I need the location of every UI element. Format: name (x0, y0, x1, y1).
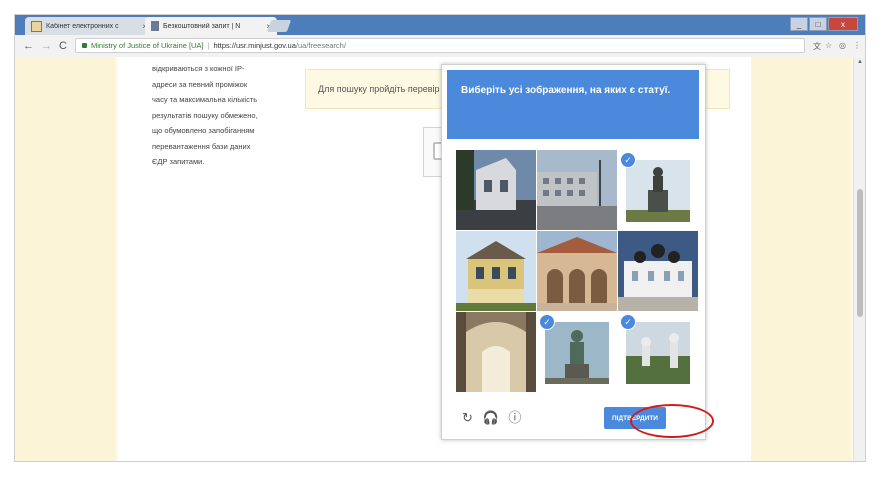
recaptcha-challenge: Виберіть усі зображення, на яких є стату… (441, 64, 706, 440)
tile-statue-park[interactable]: ✓ (618, 312, 698, 392)
page-viewport: відкриваються з кожної IP- адреси за пев… (15, 57, 853, 461)
tile-image (456, 231, 536, 311)
info-line: адреси за певний проміжок (152, 79, 248, 89)
browser-window: Кабінет електронних с × Безкоштовний зап… (14, 14, 866, 462)
reload-button[interactable]: C (59, 40, 67, 52)
url-path: /ua/freesearch/ (295, 41, 346, 50)
url-host: https://usr.minjust.gov.ua (213, 41, 296, 50)
highlight-ellipse (630, 404, 714, 438)
info-line: відкриваються з кожної IP- (152, 64, 245, 73)
close-window-button[interactable]: x (828, 17, 858, 31)
tile-house-street[interactable] (456, 150, 536, 230)
info-line: часу та максимальна кількість (152, 95, 258, 104)
tab-favicon-icon (151, 21, 159, 31)
tile-statue-monument[interactable]: ✓ (618, 150, 698, 230)
tab-label: Кабінет електронних с (46, 22, 119, 30)
security-label: Ministry of Justice of Ukraine [UA] (91, 41, 204, 50)
url-separator: | (207, 41, 210, 50)
minimize-button[interactable]: _ (790, 17, 808, 31)
challenge-instructions: Виберіть усі зображення, на яких є стату… (447, 70, 699, 139)
tab-cabinet[interactable]: Кабінет електронних с × (25, 17, 153, 35)
tile-yellow-house[interactable] (456, 231, 536, 311)
forward-button[interactable]: → (41, 40, 52, 52)
selected-check-icon: ✓ (539, 314, 555, 330)
menu-icon[interactable]: ⋮ (853, 41, 861, 50)
info-icon[interactable]: ⓘ (508, 407, 521, 426)
tile-image (456, 312, 536, 392)
new-tab-button[interactable] (266, 20, 292, 32)
search-limits-info: відкриваються з кожної IP- адреси за пев… (152, 61, 292, 170)
tab-label: Безкоштовний запит | N (163, 22, 241, 30)
address-bar[interactable]: Ministry of Justice of Ukraine [UA] | ht… (75, 38, 805, 53)
scroll-up-arrow-icon[interactable]: ▲ (857, 59, 863, 65)
right-pattern-band (751, 57, 851, 461)
lock-icon (82, 43, 87, 48)
left-pattern-band (15, 57, 115, 461)
tile-statue-figure[interactable]: ✓ (537, 312, 617, 392)
tile-church-facade[interactable] (537, 231, 617, 311)
reload-challenge-icon[interactable]: ↻ (462, 410, 473, 426)
selected-check-icon: ✓ (620, 152, 636, 168)
info-line: що обумовлено запобіганням (152, 126, 255, 135)
tile-image (456, 150, 536, 230)
info-line: результатів пошуку обмежено, (152, 110, 258, 120)
selected-check-icon: ✓ (620, 314, 636, 330)
info-line: перевантаження бази даних (152, 141, 251, 151)
tab-favicon-icon (31, 20, 42, 32)
tile-building-road[interactable] (537, 150, 617, 230)
tile-image (618, 231, 698, 311)
tile-image (537, 231, 617, 311)
maximize-button[interactable]: □ (809, 17, 827, 31)
challenge-tools: ↻ 🎧 ⓘ (462, 407, 527, 426)
tile-image (537, 150, 617, 230)
tab-strip: Кабінет електронних с × Безкоштовний зап… (15, 15, 865, 35)
star-icon[interactable]: ☆ (825, 41, 832, 50)
scrollbar-thumb[interactable] (857, 189, 863, 317)
audio-challenge-icon[interactable]: 🎧 (483, 410, 499, 426)
translate-icon[interactable]: 文 (813, 41, 821, 52)
browser-toolbar: ← → C Ministry of Justice of Ukraine [UA… (15, 35, 865, 58)
info-line: ЄДР запитами. (152, 157, 205, 166)
back-button[interactable]: ← (23, 40, 34, 52)
page-scrollbar[interactable]: ▲ (853, 57, 865, 461)
extension-icon[interactable]: ◎ (839, 41, 846, 50)
tile-church-interior[interactable] (456, 312, 536, 392)
tile-monastery[interactable] (618, 231, 698, 311)
tab-free-search[interactable]: Безкоштовний запит | N × (145, 17, 277, 35)
